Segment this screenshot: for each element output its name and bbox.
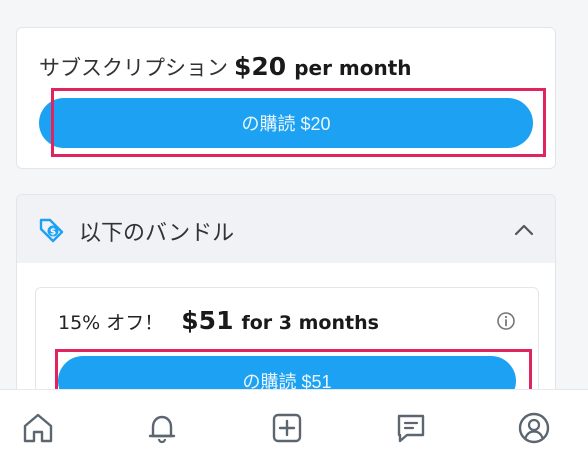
message-icon[interactable]	[393, 410, 429, 446]
offer-title: 15% オフ！ $51 for 3 months	[58, 306, 379, 335]
info-icon[interactable]	[496, 311, 516, 331]
profile-icon[interactable]	[516, 410, 552, 446]
offer-discount: 15% オフ！	[58, 312, 164, 334]
subscribe-button[interactable]: の購読 $20	[39, 98, 533, 148]
home-icon[interactable]	[20, 410, 56, 446]
bell-icon[interactable]	[144, 410, 180, 446]
subscription-price: $20	[234, 52, 287, 81]
offer-period: for 3 months	[241, 312, 379, 334]
subscription-card: サブスクリプション $20 per month の購読 $20	[16, 27, 556, 169]
subscription-period: per month	[294, 56, 412, 80]
add-post-icon[interactable]	[269, 410, 305, 446]
page: サブスクリプション $20 per month の購読 $20 $ 以下のバンド…	[0, 0, 588, 456]
svg-text:$: $	[50, 228, 56, 238]
chevron-up-icon[interactable]	[513, 219, 535, 241]
bottom-nav	[0, 389, 588, 456]
offer-price: $51	[181, 306, 234, 335]
bundle-header[interactable]: $ 以下のバンドル	[17, 195, 555, 263]
subscription-title: サブスクリプション $20 per month	[39, 52, 412, 82]
price-tag-icon: $	[37, 216, 65, 244]
subscription-label: サブスクリプション	[39, 56, 228, 80]
bundle-title: 以下のバンドル	[79, 221, 235, 246]
